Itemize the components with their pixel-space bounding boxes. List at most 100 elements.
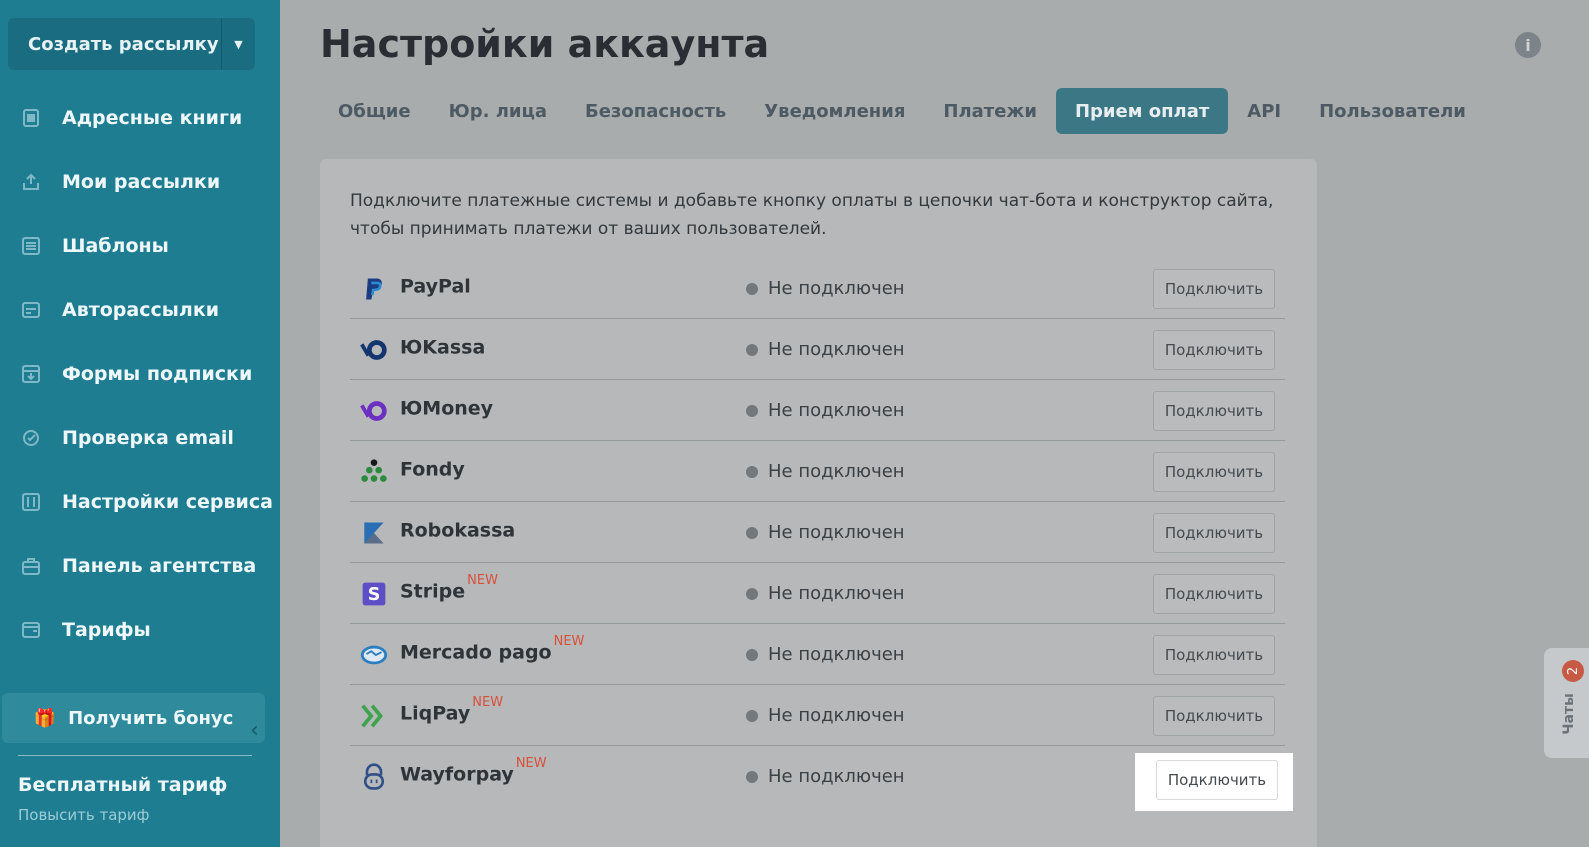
list-item: Fondy Не подключен Подключить (350, 441, 1285, 502)
tariffs-icon (19, 618, 43, 642)
svg-text:S: S (368, 585, 381, 605)
list-item: LiqPay NEW Не подключен Подключить (350, 685, 1285, 746)
yukassa-icon (358, 334, 390, 366)
status-dot (746, 343, 758, 356)
status-text: Не подключен (768, 583, 905, 604)
sidebar-item-label: Формы подписки (62, 363, 253, 385)
paypal-icon (358, 273, 390, 305)
upgrade-plan-link[interactable]: Повысить тариф (18, 806, 150, 824)
connect-button[interactable]: Подключить (1153, 696, 1275, 736)
intro-text: Подключите платежные системы и добавьте … (350, 191, 1274, 239)
collapse-sidebar-icon[interactable]: ‹ (250, 718, 259, 743)
sidebar-item-subscription-forms[interactable]: Формы подписки (0, 342, 280, 406)
tab-payments[interactable]: Платежи (924, 88, 1056, 134)
sidebar-item-address-books[interactable]: Адресные книги (0, 86, 280, 150)
sidebar-item-agency-panel[interactable]: Панель агентства (0, 534, 280, 598)
provider-name: Stripe NEW (400, 573, 498, 602)
liqpay-icon (358, 700, 390, 732)
provider-name: LiqPay NEW (400, 695, 503, 725)
connection-status: Не подключен (746, 278, 905, 299)
status-text: Не подключен (768, 278, 905, 299)
gift-icon: 🎁 (33, 707, 57, 729)
status-text: Не подключен (768, 400, 905, 421)
tab-api[interactable]: API (1228, 88, 1300, 134)
provider-name-text: Fondy (400, 458, 465, 481)
sidebar-item-label: Мои рассылки (62, 171, 221, 193)
sidebar-item-my-mailings[interactable]: Мои рассылки (0, 150, 280, 214)
list-item: Robokassa Не подключен Подключить (350, 502, 1285, 563)
connect-button[interactable]: Подключить (1153, 391, 1275, 431)
connection-status: Не подключен (746, 339, 905, 360)
sidebar-nav: Адресные книги Мои рассылки Шаблоны Авто… (0, 86, 280, 662)
connect-button[interactable]: Подключить (1153, 269, 1275, 309)
sidebar-item-service-settings[interactable]: Настройки сервиса (0, 470, 280, 534)
chevron-down-icon[interactable]: ▼ (221, 18, 255, 70)
status-dot (746, 587, 758, 600)
sidebar-item-tariffs[interactable]: Тарифы (0, 598, 280, 662)
tab-legal-entities[interactable]: Юр. лица (430, 88, 566, 134)
sidebar-divider (18, 755, 252, 756)
provider-name-text: PayPal (400, 275, 471, 298)
tab-security[interactable]: Безопасность (566, 88, 745, 134)
provider-name: PayPal (400, 274, 473, 297)
status-dot (746, 282, 758, 295)
status-text: Не подключен (768, 766, 905, 787)
provider-name-text: LiqPay (400, 702, 471, 725)
chats-count-badge: 2 (1562, 660, 1584, 682)
provider-name-text: Wayforpay (400, 763, 514, 786)
connect-button[interactable]: Подключить (1153, 574, 1275, 614)
status-dot (746, 526, 758, 539)
chats-label: Чаты (1560, 693, 1577, 735)
connect-button[interactable]: Подключить (1153, 452, 1275, 492)
sidebar-item-label: Шаблоны (62, 235, 169, 257)
address-book-icon (19, 106, 43, 130)
providers-list: PayPal Не подключен Подключить ЮKassa Не… (350, 258, 1285, 807)
provider-name-text: Mercado pago (400, 641, 552, 664)
tab-users[interactable]: Пользователи (1300, 88, 1485, 134)
sidebar-item-label: Проверка email (62, 427, 234, 449)
yumoney-icon (358, 395, 390, 427)
tab-general[interactable]: Общие (319, 88, 430, 134)
chats-tab[interactable]: 2 Чаты (1544, 648, 1589, 758)
sidebar-item-templates[interactable]: Шаблоны (0, 214, 280, 278)
sidebar-item-label: Панель агентства (62, 555, 257, 577)
tab-accept-payments[interactable]: Прием оплат (1055, 88, 1229, 134)
connection-status: Не подключен (746, 400, 905, 421)
highlighted-connect-area: Подключить (1135, 753, 1293, 811)
status-text: Не подключен (768, 705, 905, 726)
connect-button[interactable]: Подключить (1153, 635, 1275, 675)
connection-status: Не подключен (746, 461, 905, 482)
fondy-icon (358, 456, 390, 488)
agency-panel-icon (19, 554, 43, 578)
current-plan-name: Бесплатный тариф (18, 774, 228, 796)
sidebar: Создать рассылку ▼ Адресные книги Мои ра… (0, 0, 280, 847)
create-mailing-button[interactable]: Создать рассылку (8, 18, 221, 70)
info-icon[interactable]: i (1515, 32, 1541, 58)
sidebar-item-auto-mailings[interactable]: Авторассылки (0, 278, 280, 342)
connect-button-wayforpay[interactable]: Подключить (1156, 760, 1278, 800)
list-item: S Stripe NEW Не подключен Подключить (350, 563, 1285, 624)
status-text: Не подключен (768, 522, 905, 543)
connection-status: Не подключен (746, 522, 905, 543)
status-text: Не подключен (768, 461, 905, 482)
provider-name: Fondy (400, 457, 467, 480)
stripe-icon: S (358, 578, 390, 610)
robokassa-icon (358, 517, 390, 549)
connect-button[interactable]: Подключить (1153, 513, 1275, 553)
tab-notifications[interactable]: Уведомления (745, 88, 924, 134)
new-badge: NEW (515, 756, 547, 771)
sidebar-item-email-check[interactable]: Проверка email (0, 406, 280, 470)
provider-name-text: ЮKassa (400, 336, 486, 359)
get-bonus-button[interactable]: 🎁 Получить бонус (2, 693, 265, 743)
wayforpay-icon (358, 761, 390, 793)
sidebar-item-label: Тарифы (62, 619, 151, 641)
payment-systems-card: Подключите платежные системы и добавьте … (320, 159, 1317, 847)
list-item: ЮMoney Не подключен Подключить (350, 380, 1285, 441)
provider-name-text: Robokassa (400, 519, 516, 542)
get-bonus-label: Получить бонус (68, 707, 234, 729)
sidebar-item-label: Настройки сервиса (62, 491, 273, 513)
status-dot (746, 404, 758, 417)
sidebar-item-label: Авторассылки (62, 299, 220, 321)
connection-status: Не подключен (746, 583, 905, 604)
connect-button[interactable]: Подключить (1153, 330, 1275, 370)
